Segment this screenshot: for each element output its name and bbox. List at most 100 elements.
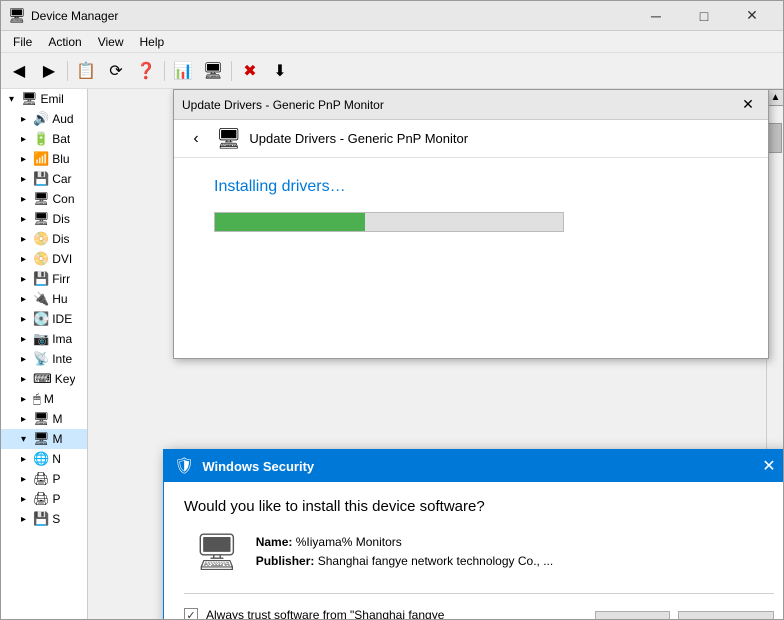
toolbar-properties-btn[interactable]: 📋 <box>72 57 100 85</box>
tree-item-16[interactable]: ▾ 🖥 M <box>1 429 87 449</box>
toolbar-download-btn[interactable]: ⬇ <box>266 57 294 85</box>
tree-item-18[interactable]: ▸ 🖨 P <box>1 469 87 489</box>
tree-item-6-arrow: ▸ <box>21 234 31 245</box>
tree-item-11-label: Ima <box>52 332 72 346</box>
tree-item-19-label: P <box>53 492 61 506</box>
tree-item-9-arrow: ▸ <box>21 294 31 305</box>
device-manager-window: 🖥 Device Manager ─ □ ✕ File Action View … <box>0 0 784 620</box>
minimize-button[interactable]: ─ <box>633 1 679 31</box>
tree-item-9[interactable]: ▸ 🔌 Hu <box>1 289 87 309</box>
tree-item-11[interactable]: ▸ 📷 Ima <box>1 329 87 349</box>
menu-action[interactable]: Action <box>40 33 89 51</box>
tree-item-19-icon: 🖨 <box>33 491 50 507</box>
security-device-text: Name: %Iiyama% Monitors Publisher: Shang… <box>256 533 554 571</box>
tree-root-label: Emil <box>41 92 64 106</box>
scroll-thumb[interactable] <box>767 123 782 153</box>
tree-item-1-arrow: ▸ <box>21 134 31 145</box>
tree-item-1-label: Bat <box>52 132 70 146</box>
device-name-row: Name: %Iiyama% Monitors <box>256 533 554 552</box>
tree-item-20[interactable]: ▸ 💾 S <box>1 509 87 529</box>
tree-item-7[interactable]: ▸ 📀 DVI <box>1 249 87 269</box>
tree-item-7-arrow: ▸ <box>21 254 31 265</box>
security-close-btn[interactable]: ✕ <box>754 451 783 481</box>
tree-item-11-arrow: ▸ <box>21 334 31 345</box>
update-dialog-close-btn[interactable]: ✕ <box>736 93 760 117</box>
tree-item-7-icon: 📀 <box>33 251 49 267</box>
device-publisher-row: Publisher: Shanghai fangye network techn… <box>256 552 554 571</box>
update-dialog-body: Installing drivers… <box>174 158 768 358</box>
toolbar-forward-btn[interactable]: ▶ <box>35 57 63 85</box>
scroll-up-arrow[interactable]: ▲ <box>767 89 783 106</box>
dm-titlebar: 🖥 Device Manager ─ □ ✕ <box>1 1 783 31</box>
tree-item-15[interactable]: ▸ 🖥 M <box>1 409 87 429</box>
progress-bar-container <box>214 212 564 232</box>
toolbar-remove-btn[interactable]: ✖ <box>236 57 264 85</box>
update-nav-row: ‹ 🖥 Update Drivers - Generic PnP Monitor <box>174 120 768 158</box>
toolbar-view2-btn[interactable]: 🖥 <box>199 57 227 85</box>
menu-help[interactable]: Help <box>132 33 173 51</box>
tree-item-2[interactable]: ▸ 📶 Blu <box>1 149 87 169</box>
toolbar-back-btn[interactable]: ◀ <box>5 57 33 85</box>
tree-item-1[interactable]: ▸ 🔋 Bat <box>1 129 87 149</box>
tree-item-8-label: Firr <box>52 272 70 286</box>
main-area: ▾ 🖥 Emil ▸ 🔊 Aud ▸ 🔋 Bat ▸ 📶 Blu ▸ <box>1 89 783 619</box>
tree-item-13[interactable]: ▸ ⌨ Key <box>1 369 87 389</box>
toolbar: ◀ ▶ 📋 ⟳ ❓ 📊 🖥 ✖ ⬇ <box>1 53 783 89</box>
tree-item-4[interactable]: ▸ 🖥 Con <box>1 189 87 209</box>
tree-item-4-icon: 🖥 <box>33 191 50 207</box>
toolbar-view1-btn[interactable]: 📊 <box>169 57 197 85</box>
toolbar-help-btn[interactable]: ❓ <box>132 57 160 85</box>
close-button[interactable]: ✕ <box>729 1 775 31</box>
update-nav-monitor-icon: 🖥 <box>216 126 241 151</box>
tree-root[interactable]: ▾ 🖥 Emil <box>1 89 87 109</box>
tree-item-19[interactable]: ▸ 🖨 P <box>1 489 87 509</box>
menu-file[interactable]: File <box>5 33 40 51</box>
tree-root-arrow: ▾ <box>9 94 19 105</box>
menu-bar: File Action View Help <box>1 31 783 53</box>
tree-item-9-label: Hu <box>52 292 67 306</box>
tree-item-12-icon: 📡 <box>33 351 49 367</box>
update-dialog-back-btn[interactable]: ‹ <box>184 127 208 151</box>
dm-window-icon: 🖥 <box>9 8 25 24</box>
tree-item-12[interactable]: ▸ 📡 Inte <box>1 349 87 369</box>
maximize-button[interactable]: □ <box>681 1 727 31</box>
security-separator <box>184 593 774 594</box>
security-title-text: Windows Security <box>202 459 754 474</box>
tree-item-14[interactable]: ▸ 🖱 M <box>1 389 87 409</box>
device-name-value: %Iiyama% Monitors <box>296 535 402 549</box>
dont-install-button[interactable]: Don't Install <box>678 611 774 619</box>
computer-icon: 🖥 <box>21 91 38 107</box>
always-trust-checkbox[interactable]: ✓ <box>184 608 198 619</box>
toolbar-update-btn[interactable]: ⟳ <box>102 57 130 85</box>
security-question-text: Would you like to install this device so… <box>184 498 774 515</box>
tree-item-17-label: N <box>52 452 61 466</box>
tree-item-16-arrow: ▾ <box>21 434 31 445</box>
tree-item-3-arrow: ▸ <box>21 174 31 185</box>
menu-view[interactable]: View <box>90 33 132 51</box>
tree-item-11-icon: 📷 <box>33 331 49 347</box>
tree-item-8[interactable]: ▸ 💾 Firr <box>1 269 87 289</box>
security-buttons: Install Don't Install <box>595 611 774 619</box>
dm-window-controls: ─ □ ✕ <box>633 1 775 31</box>
tree-item-17-icon: 🌐 <box>33 451 49 467</box>
security-shield-icon: 🛡 <box>174 456 194 476</box>
tree-item-4-label: Con <box>53 192 75 206</box>
tree-item-10[interactable]: ▸ 💽 IDE <box>1 309 87 329</box>
tree-item-14-arrow: ▸ <box>21 394 31 405</box>
tree-item-3-label: Car <box>52 172 71 186</box>
tree-item-17[interactable]: ▸ 🌐 N <box>1 449 87 469</box>
tree-item-5[interactable]: ▸ 🖥 Dis <box>1 209 87 229</box>
tree-item-3[interactable]: ▸ 💾 Car <box>1 169 87 189</box>
tree-item-0-label: Aud <box>52 112 73 126</box>
tree-item-12-label: Inte <box>52 352 72 366</box>
tree-item-7-label: DVI <box>52 252 72 266</box>
update-dialog-title-text: Update Drivers - Generic PnP Monitor <box>182 98 736 112</box>
tree-item-5-icon: 🖥 <box>33 211 50 227</box>
tree-item-6[interactable]: ▸ 📀 Dis <box>1 229 87 249</box>
tree-item-0[interactable]: ▸ 🔊 Aud <box>1 109 87 129</box>
tree-item-5-arrow: ▸ <box>21 214 31 225</box>
security-actions-row: ✓ Always trust software from "Shanghai f… <box>184 606 774 619</box>
install-button[interactable]: Install <box>595 611 670 619</box>
tree-item-13-arrow: ▸ <box>21 374 31 385</box>
security-monitor-icon: 🖥 <box>194 531 240 573</box>
